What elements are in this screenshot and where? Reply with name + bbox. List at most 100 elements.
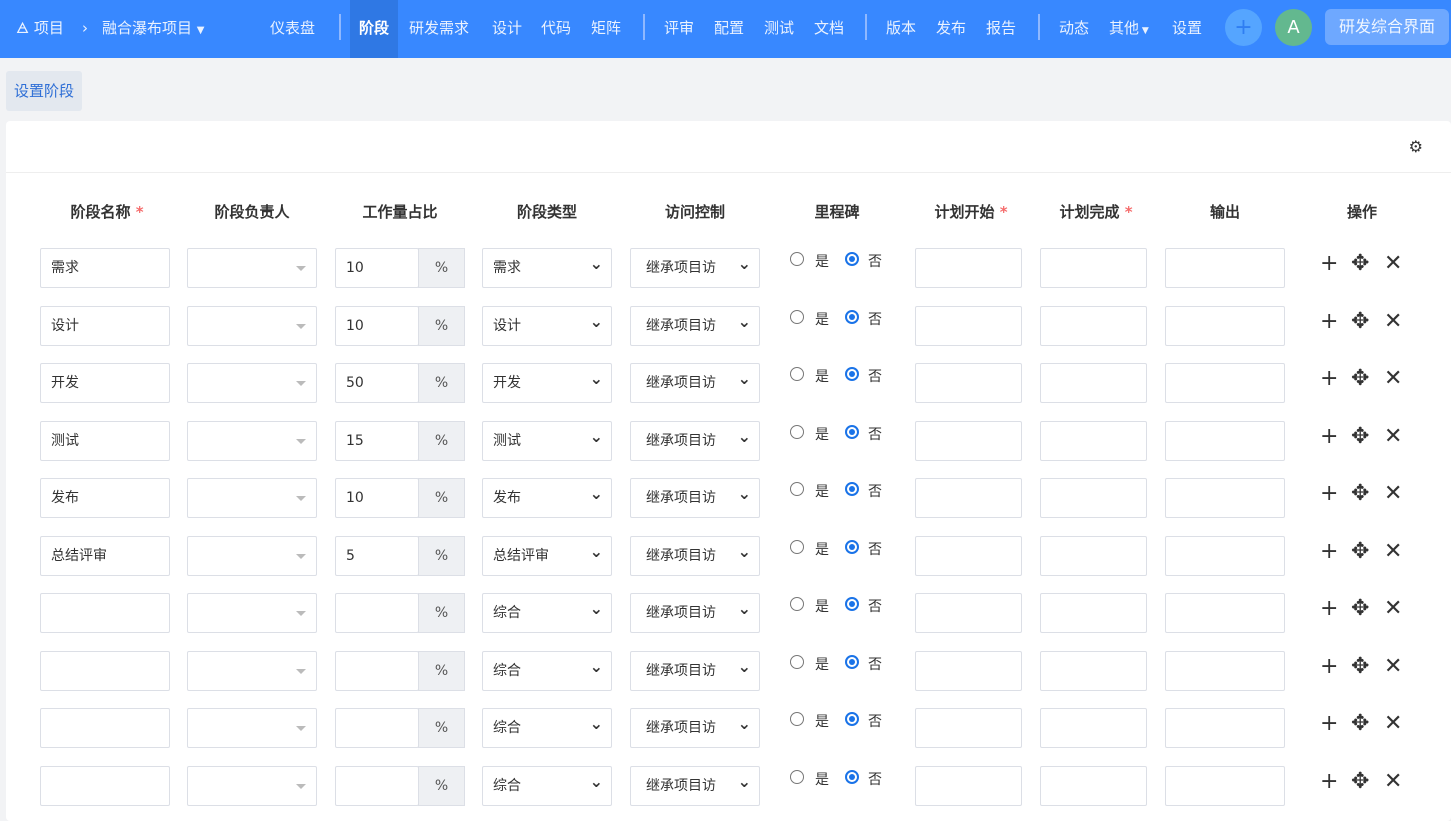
delete-icon[interactable]: ✕: [1384, 713, 1402, 735]
nav-item[interactable]: 代码: [541, 0, 571, 58]
stage-name-input[interactable]: 总结评审: [40, 535, 170, 576]
milestone-no-radio[interactable]: [845, 712, 859, 726]
owner-select[interactable]: [187, 305, 317, 346]
move-icon[interactable]: ✥: [1351, 483, 1369, 505]
milestone-yes-radio[interactable]: [790, 769, 804, 784]
owner-select[interactable]: [187, 535, 317, 576]
access-control-select[interactable]: 继承项目访: [630, 418, 760, 461]
stage-type-select[interactable]: 综合: [482, 705, 612, 748]
ratio-input[interactable]: [335, 650, 419, 691]
output-input[interactable]: [1165, 420, 1285, 461]
add-row-icon[interactable]: +: [1320, 253, 1338, 275]
access-control-select[interactable]: 继承项目访: [630, 245, 760, 288]
stage-type-select[interactable]: 发布: [482, 475, 612, 518]
delete-icon[interactable]: ✕: [1384, 483, 1402, 505]
add-row-icon[interactable]: +: [1320, 713, 1338, 735]
plan-end-input[interactable]: [1040, 478, 1147, 518]
ratio-input[interactable]: 5: [335, 535, 419, 576]
add-row-icon[interactable]: +: [1320, 598, 1338, 620]
stage-type-select[interactable]: 需求: [482, 245, 612, 288]
move-icon[interactable]: ✥: [1351, 598, 1369, 620]
plan-end-input[interactable]: [1040, 593, 1147, 633]
milestone-no-radio[interactable]: [845, 252, 859, 266]
access-control-select[interactable]: 继承项目访: [630, 303, 760, 346]
ratio-input[interactable]: 50: [335, 363, 419, 403]
milestone-no-radio[interactable]: [845, 482, 859, 496]
milestone-no-radio[interactable]: [845, 597, 859, 611]
owner-select[interactable]: [187, 248, 317, 288]
nav-dashboard[interactable]: 仪表盘: [270, 0, 315, 58]
milestone-yes-radio[interactable]: [790, 309, 804, 324]
delete-icon[interactable]: ✕: [1384, 368, 1402, 390]
milestone-yes-radio[interactable]: [790, 252, 804, 266]
plan-start-input[interactable]: [915, 593, 1022, 633]
milestone-no-radio[interactable]: [845, 654, 859, 669]
add-row-icon[interactable]: +: [1320, 540, 1338, 563]
milestone-yes-radio[interactable]: [790, 482, 804, 496]
app-switch-button[interactable]: 研发综合界面: [1325, 9, 1449, 45]
plan-end-input[interactable]: [1040, 248, 1147, 288]
owner-select[interactable]: [187, 363, 317, 403]
owner-select[interactable]: [187, 765, 317, 806]
access-control-select[interactable]: 继承项目访: [630, 533, 760, 576]
delete-icon[interactable]: ✕: [1384, 598, 1402, 620]
plan-start-input[interactable]: [915, 478, 1022, 518]
owner-select[interactable]: [187, 478, 317, 518]
milestone-yes-radio[interactable]: [790, 597, 804, 611]
add-row-icon[interactable]: +: [1320, 483, 1338, 505]
stage-name-input[interactable]: 开发: [40, 363, 170, 403]
nav-item[interactable]: 文档: [814, 0, 844, 58]
stage-type-select[interactable]: 设计: [482, 303, 612, 346]
stage-name-input[interactable]: [40, 593, 170, 633]
milestone-no-radio[interactable]: [845, 367, 859, 381]
ratio-input[interactable]: [335, 708, 419, 748]
stage-name-input[interactable]: [40, 765, 170, 806]
add-button[interactable]: +: [1225, 9, 1262, 46]
delete-icon[interactable]: ✕: [1384, 425, 1402, 448]
plan-start-input[interactable]: [915, 248, 1022, 288]
milestone-no-radio[interactable]: [845, 539, 859, 554]
output-input[interactable]: [1165, 650, 1285, 691]
move-icon[interactable]: ✥: [1351, 368, 1369, 390]
stage-type-select[interactable]: 综合: [482, 648, 612, 691]
ratio-input[interactable]: [335, 593, 419, 633]
access-control-select[interactable]: 继承项目访: [630, 590, 760, 633]
add-row-icon[interactable]: +: [1320, 310, 1338, 333]
plan-start-input[interactable]: [915, 765, 1022, 806]
nav-item[interactable]: 测试: [764, 0, 794, 58]
plan-end-input[interactable]: [1040, 765, 1147, 806]
delete-icon[interactable]: ✕: [1384, 310, 1402, 333]
nav-item[interactable]: 版本: [886, 0, 916, 58]
owner-select[interactable]: [187, 593, 317, 633]
move-icon[interactable]: ✥: [1351, 310, 1369, 333]
stage-name-input[interactable]: 测试: [40, 420, 170, 461]
plan-start-input[interactable]: [915, 708, 1022, 748]
stage-name-input[interactable]: [40, 650, 170, 691]
stage-type-select[interactable]: 综合: [482, 590, 612, 633]
owner-select[interactable]: [187, 708, 317, 748]
ratio-input[interactable]: [335, 765, 419, 806]
owner-select[interactable]: [187, 650, 317, 691]
access-control-select[interactable]: 继承项目访: [630, 763, 760, 806]
ratio-input[interactable]: 10: [335, 305, 419, 346]
plan-end-input[interactable]: [1040, 305, 1147, 346]
stage-type-select[interactable]: 总结评审: [482, 533, 612, 576]
delete-icon[interactable]: ✕: [1384, 540, 1402, 563]
delete-icon[interactable]: ✕: [1384, 253, 1402, 275]
plan-end-input[interactable]: [1040, 708, 1147, 748]
move-icon[interactable]: ✥: [1351, 655, 1369, 678]
stage-name-input[interactable]: 需求: [40, 248, 170, 288]
output-input[interactable]: [1165, 248, 1285, 288]
stage-name-input[interactable]: [40, 708, 170, 748]
output-input[interactable]: [1165, 765, 1285, 806]
move-icon[interactable]: ✥: [1351, 770, 1369, 793]
ratio-input[interactable]: 10: [335, 248, 419, 288]
nav-item[interactable]: 配置: [714, 0, 744, 58]
access-control-select[interactable]: 继承项目访: [630, 648, 760, 691]
nav-item[interactable]: 阶段: [350, 0, 399, 58]
output-input[interactable]: [1165, 535, 1285, 576]
plan-end-input[interactable]: [1040, 535, 1147, 576]
milestone-yes-radio[interactable]: [790, 654, 804, 669]
nav-item[interactable]: 设计: [492, 0, 522, 58]
nav-item[interactable]: 动态: [1059, 0, 1089, 58]
